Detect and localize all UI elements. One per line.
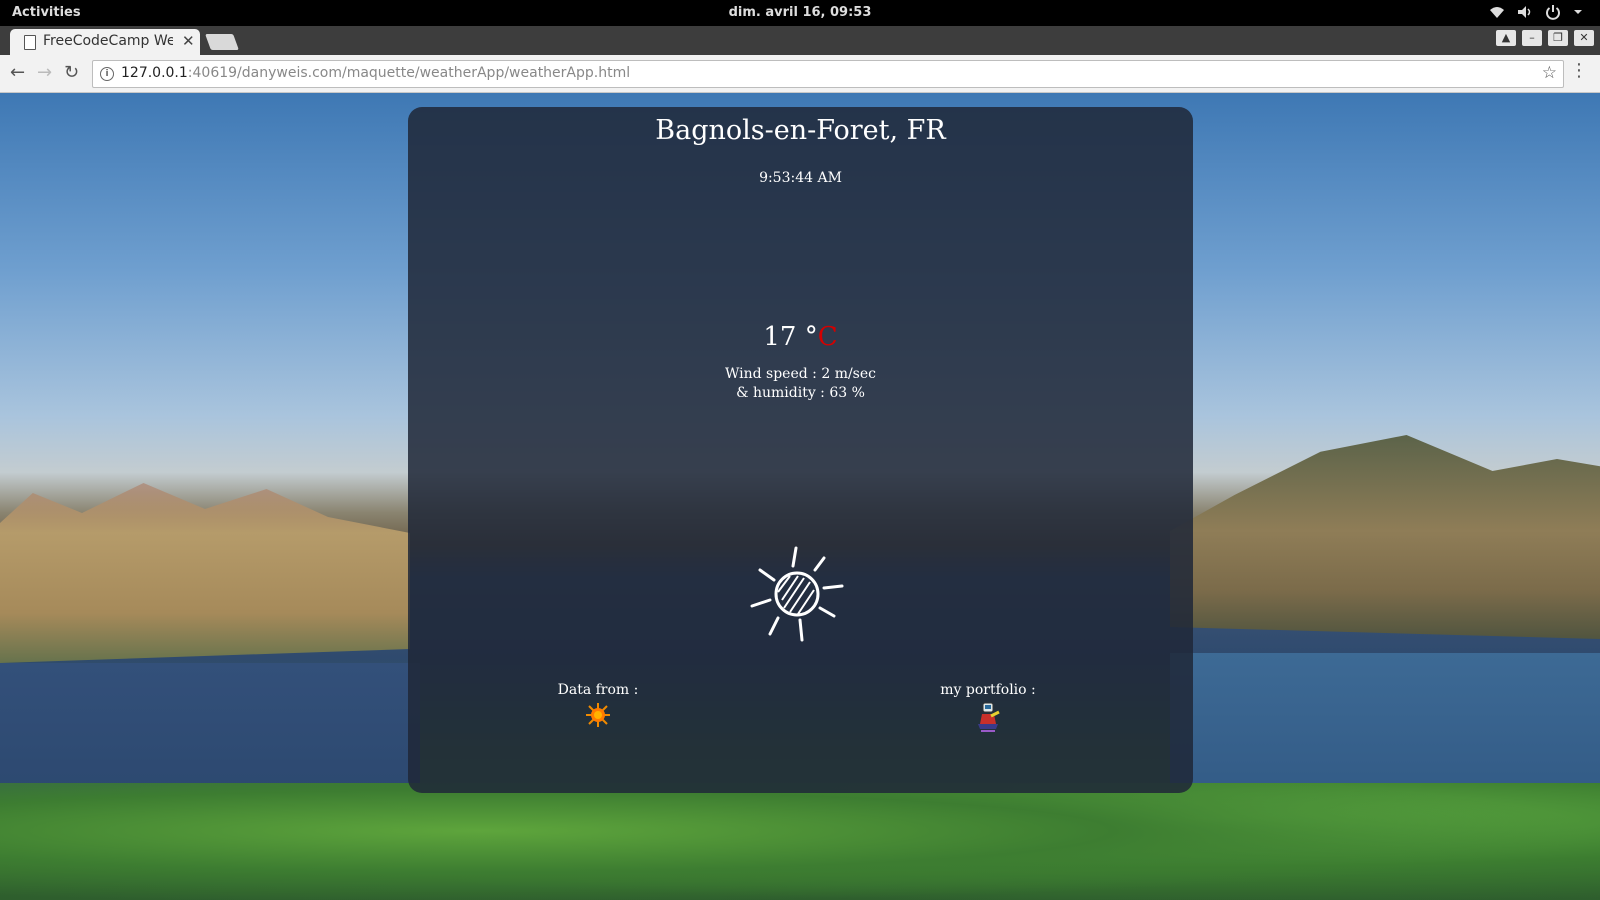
browser-toolbar: ← → ↻ i 127.0.0.1:40619/danyweis.com/maq… <box>0 55 1600 93</box>
chevron-down-icon[interactable] <box>1572 3 1590 21</box>
data-source-credit: Data from : <box>538 682 658 728</box>
weather-card: Bagnols-en-Foret, FR 9:53:44 AM 17 °C Wi… <box>408 107 1193 793</box>
window-controls: ▲ – ❐ ✕ <box>1496 30 1594 46</box>
background-reeds-left <box>0 483 410 663</box>
restore-icon[interactable]: ❐ <box>1548 30 1568 46</box>
info-icon[interactable]: i <box>100 67 114 81</box>
new-tab-button[interactable] <box>205 34 239 50</box>
document-icon <box>24 35 36 50</box>
power-icon[interactable] <box>1544 3 1562 21</box>
url-text[interactable]: 127.0.0.1:40619/danyweis.com/maquette/we… <box>121 65 630 81</box>
portfolio-label: my portfolio : <box>940 682 1036 698</box>
page-viewport: Bagnols-en-Foret, FR 9:53:44 AM 17 °C Wi… <box>0 93 1600 900</box>
location-title: Bagnols-en-Foret, FR <box>655 115 946 146</box>
wifi-icon[interactable] <box>1488 3 1506 21</box>
browser-tab[interactable]: FreeCodeCamp We ✕ <box>10 29 200 55</box>
close-window-icon[interactable]: ✕ <box>1574 30 1594 46</box>
reload-icon[interactable]: ↻ <box>64 63 79 83</box>
wind-speed: Wind speed : 2 m/sec <box>724 366 876 382</box>
forward-arrow-icon[interactable]: → <box>37 63 52 83</box>
system-clock[interactable]: dim. avril 16, 09:53 <box>0 5 1600 20</box>
portfolio-credit: my portfolio : <box>923 682 1053 734</box>
system-tray[interactable] <box>1488 3 1590 21</box>
sun-icon <box>746 542 846 642</box>
browser-tab-strip: FreeCodeCamp We ✕ ▲ – ❐ ✕ <box>0 26 1600 55</box>
url-host: 127.0.0.1 <box>121 65 188 81</box>
menu-dots-icon[interactable]: ⋮ <box>1570 61 1588 81</box>
temperature-unit-toggle[interactable]: C <box>818 322 838 352</box>
openweather-sun-icon[interactable] <box>585 702 611 728</box>
background-reeds-right <box>1170 435 1600 639</box>
portfolio-character-icon[interactable] <box>974 702 1002 734</box>
close-icon[interactable]: ✕ <box>182 32 195 50</box>
profile-icon[interactable]: ▲ <box>1496 30 1516 46</box>
temperature-value: 17 ° <box>763 322 818 352</box>
data-from-label: Data from : <box>557 682 639 698</box>
volume-icon[interactable] <box>1516 3 1534 21</box>
minimize-icon[interactable]: – <box>1522 30 1542 46</box>
humidity: & humidity : 63 % <box>736 385 865 401</box>
url-path: :40619/danyweis.com/maquette/weatherApp/… <box>187 65 631 81</box>
background-algae <box>0 783 1600 900</box>
temperature-display: 17 °C <box>408 322 1193 352</box>
system-top-bar: Activities dim. avril 16, 09:53 <box>0 0 1600 26</box>
local-time: 9:53:44 AM <box>759 170 842 186</box>
tab-title: FreeCodeCamp We <box>43 33 173 49</box>
bookmark-star-icon[interactable]: ☆ <box>1542 63 1557 83</box>
back-arrow-icon[interactable]: ← <box>10 63 25 83</box>
address-bar[interactable]: i 127.0.0.1:40619/danyweis.com/maquette/… <box>92 60 1564 88</box>
